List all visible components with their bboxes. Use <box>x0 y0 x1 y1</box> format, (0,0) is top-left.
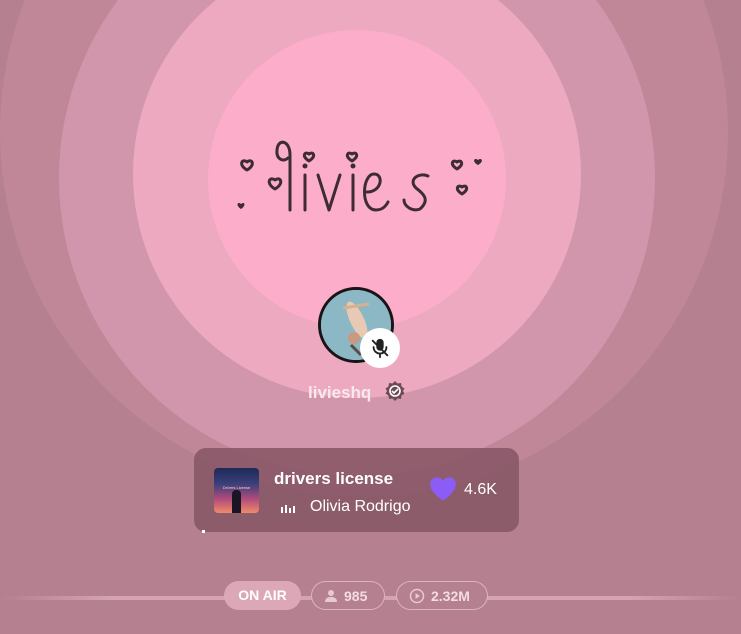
track-title: drivers license <box>274 469 394 488</box>
album-cover: Drivers License <box>214 468 259 513</box>
play-count: 2.32M <box>396 581 488 610</box>
now-playing-card[interactable]: Drivers License drivers license Olivia R… <box>194 448 519 532</box>
person-icon <box>325 589 337 602</box>
play-circle-icon <box>409 588 425 603</box>
listener-count: 985 <box>311 581 385 610</box>
host-username[interactable]: livieshq <box>308 383 371 403</box>
heart-icon[interactable] <box>429 476 457 502</box>
livies-logo <box>237 140 482 212</box>
equalizer-icon <box>281 505 295 513</box>
track-artist: Olivia Rodrigo <box>310 498 411 515</box>
mic-muted-icon <box>360 328 400 368</box>
verified-badge-icon <box>385 381 405 401</box>
like-count: 4.6K <box>464 481 497 498</box>
on-air-badge: ON AIR <box>224 581 301 610</box>
play-count-value: 2.32M <box>431 587 470 604</box>
listener-count-value: 985 <box>344 587 368 604</box>
